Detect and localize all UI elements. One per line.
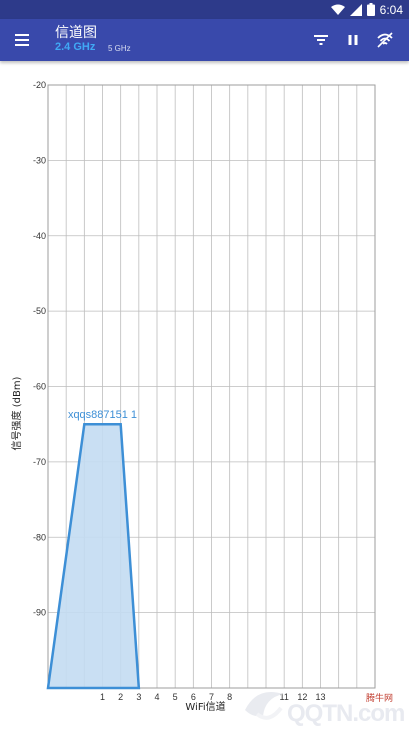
x-tick-label: 4 (154, 692, 159, 702)
series-label: xqqs887151 1 (68, 409, 137, 421)
x-tick-label: 8 (227, 692, 232, 702)
x-tick-label: 7 (209, 692, 214, 702)
y-tick-label: -40 (33, 231, 46, 241)
menu-icon[interactable] (13, 29, 35, 51)
y-tick-label: -70 (33, 457, 46, 467)
signal-icon (349, 3, 362, 16)
app-bar: 信道图 2.4 GHz 5 GHz (0, 19, 409, 61)
wifi-icon (330, 4, 345, 15)
series-area (46, 422, 141, 690)
y-tick-label: -20 (33, 80, 46, 90)
chart-series-layer: xqqs887151 1 (46, 409, 141, 690)
x-tick-label: 3 (136, 692, 141, 702)
battery-icon (366, 3, 375, 16)
wifi-scan-icon[interactable] (374, 29, 396, 51)
x-tick-label: 6 (191, 692, 196, 702)
watermark-small-text: 腾牛网 (366, 694, 394, 704)
x-tick-label: 5 (173, 692, 178, 702)
page-title: 信道图 (55, 25, 97, 41)
watermark-text: QQTN.com (287, 700, 405, 727)
status-bar: 6:04 (0, 0, 409, 19)
status-icons: 6:04 (330, 2, 403, 17)
y-tick-label: -60 (33, 382, 46, 392)
y-tick-label: -80 (33, 532, 46, 542)
status-time: 6:04 (379, 2, 403, 17)
x-tick-label: 2 (118, 692, 123, 702)
band-5ghz-tab[interactable]: 5 GHz (108, 44, 131, 53)
y-axis-label: 信号强度 (dBm) (10, 376, 23, 450)
x-tick-label: 1 (100, 692, 105, 702)
band-2-4ghz-tab[interactable]: 2.4 GHz (55, 41, 95, 53)
y-tick-label: -50 (33, 306, 46, 316)
y-tick-label: -90 (33, 608, 46, 618)
y-tick-label: -30 (33, 155, 46, 165)
y-axis-ticks: -20 -30 -40 -50 -60 -70 -80 -90 (33, 80, 46, 618)
pause-icon[interactable] (342, 29, 364, 51)
channel-graph-chart: xqqs887151 1 -20 -30 -40 -50 -60 -70 -80 -90 1 2… (10, 80, 376, 713)
filter-icon[interactable] (310, 29, 332, 51)
x-axis-label: WiFi信道 (185, 700, 225, 713)
